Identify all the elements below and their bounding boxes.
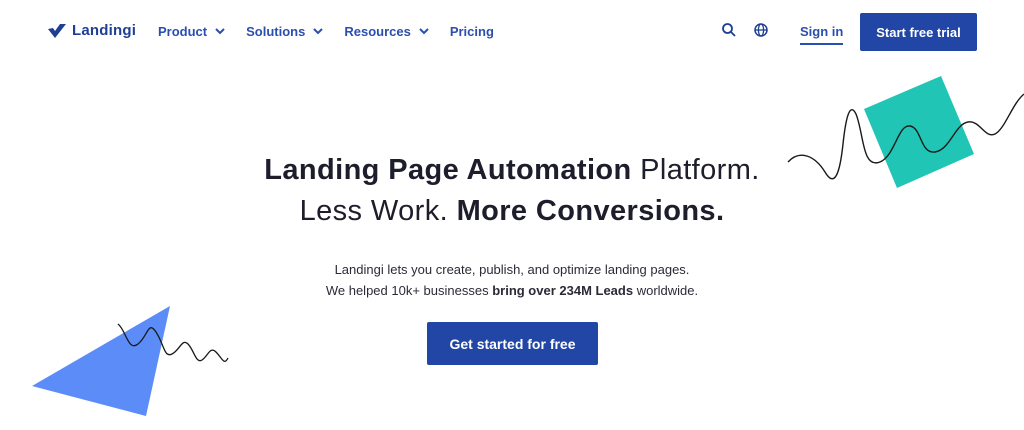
globe-icon[interactable] (753, 22, 769, 38)
chevron-down-icon (313, 28, 324, 35)
top-nav: Landingi Product Solutions Resources Pri… (0, 0, 1024, 64)
nav-item-pricing[interactable]: Pricing (450, 24, 494, 39)
brand-name: Landingi (72, 22, 137, 39)
hero-subtitle-post: worldwide. (636, 283, 699, 298)
hero-title-bold-1: Landing Page Automation (264, 154, 632, 186)
hero-subtitle-line1: Landingi lets you create, publish, and o… (334, 262, 690, 277)
search-icon[interactable] (721, 22, 737, 38)
nav-item-product[interactable]: Product (158, 24, 225, 39)
hero-title-regular-1: Platform. (640, 154, 760, 186)
landingi-logo-icon (48, 23, 66, 38)
main-menu: Product Solutions Resources Pricing (158, 24, 515, 39)
hero-title-bold-2: More Conversions. (456, 195, 725, 227)
hero-title: Landing Page Automation Platform. Less W… (0, 150, 1024, 232)
start-free-trial-button[interactable]: Start free trial (860, 13, 977, 51)
blue-triangle-decoration (32, 306, 229, 416)
nav-item-solutions[interactable]: Solutions (246, 24, 324, 39)
logo[interactable]: Landingi (48, 22, 136, 39)
get-started-button[interactable]: Get started for free (427, 322, 598, 365)
nav-item-label: Solutions (246, 24, 306, 39)
hero-subtitle: Landingi lets you create, publish, and o… (0, 259, 1024, 301)
hero-subtitle-highlight: bring over 234M Leads (492, 283, 634, 298)
chevron-down-icon (215, 28, 225, 35)
hero-title-regular-2: Less Work. (299, 195, 449, 227)
hero-subtitle-pre: We helped 10k+ businesses (325, 283, 489, 298)
sign-in-link[interactable]: Sign in (800, 24, 844, 45)
chevron-down-icon (419, 28, 429, 35)
nav-item-label: Product (158, 24, 208, 39)
hero-section: Landing Page Automation Platform. Less W… (0, 150, 1024, 232)
nav-item-label: Resources (344, 24, 411, 39)
nav-item-resources[interactable]: Resources (344, 24, 429, 39)
nav-item-label: Pricing (449, 24, 494, 39)
